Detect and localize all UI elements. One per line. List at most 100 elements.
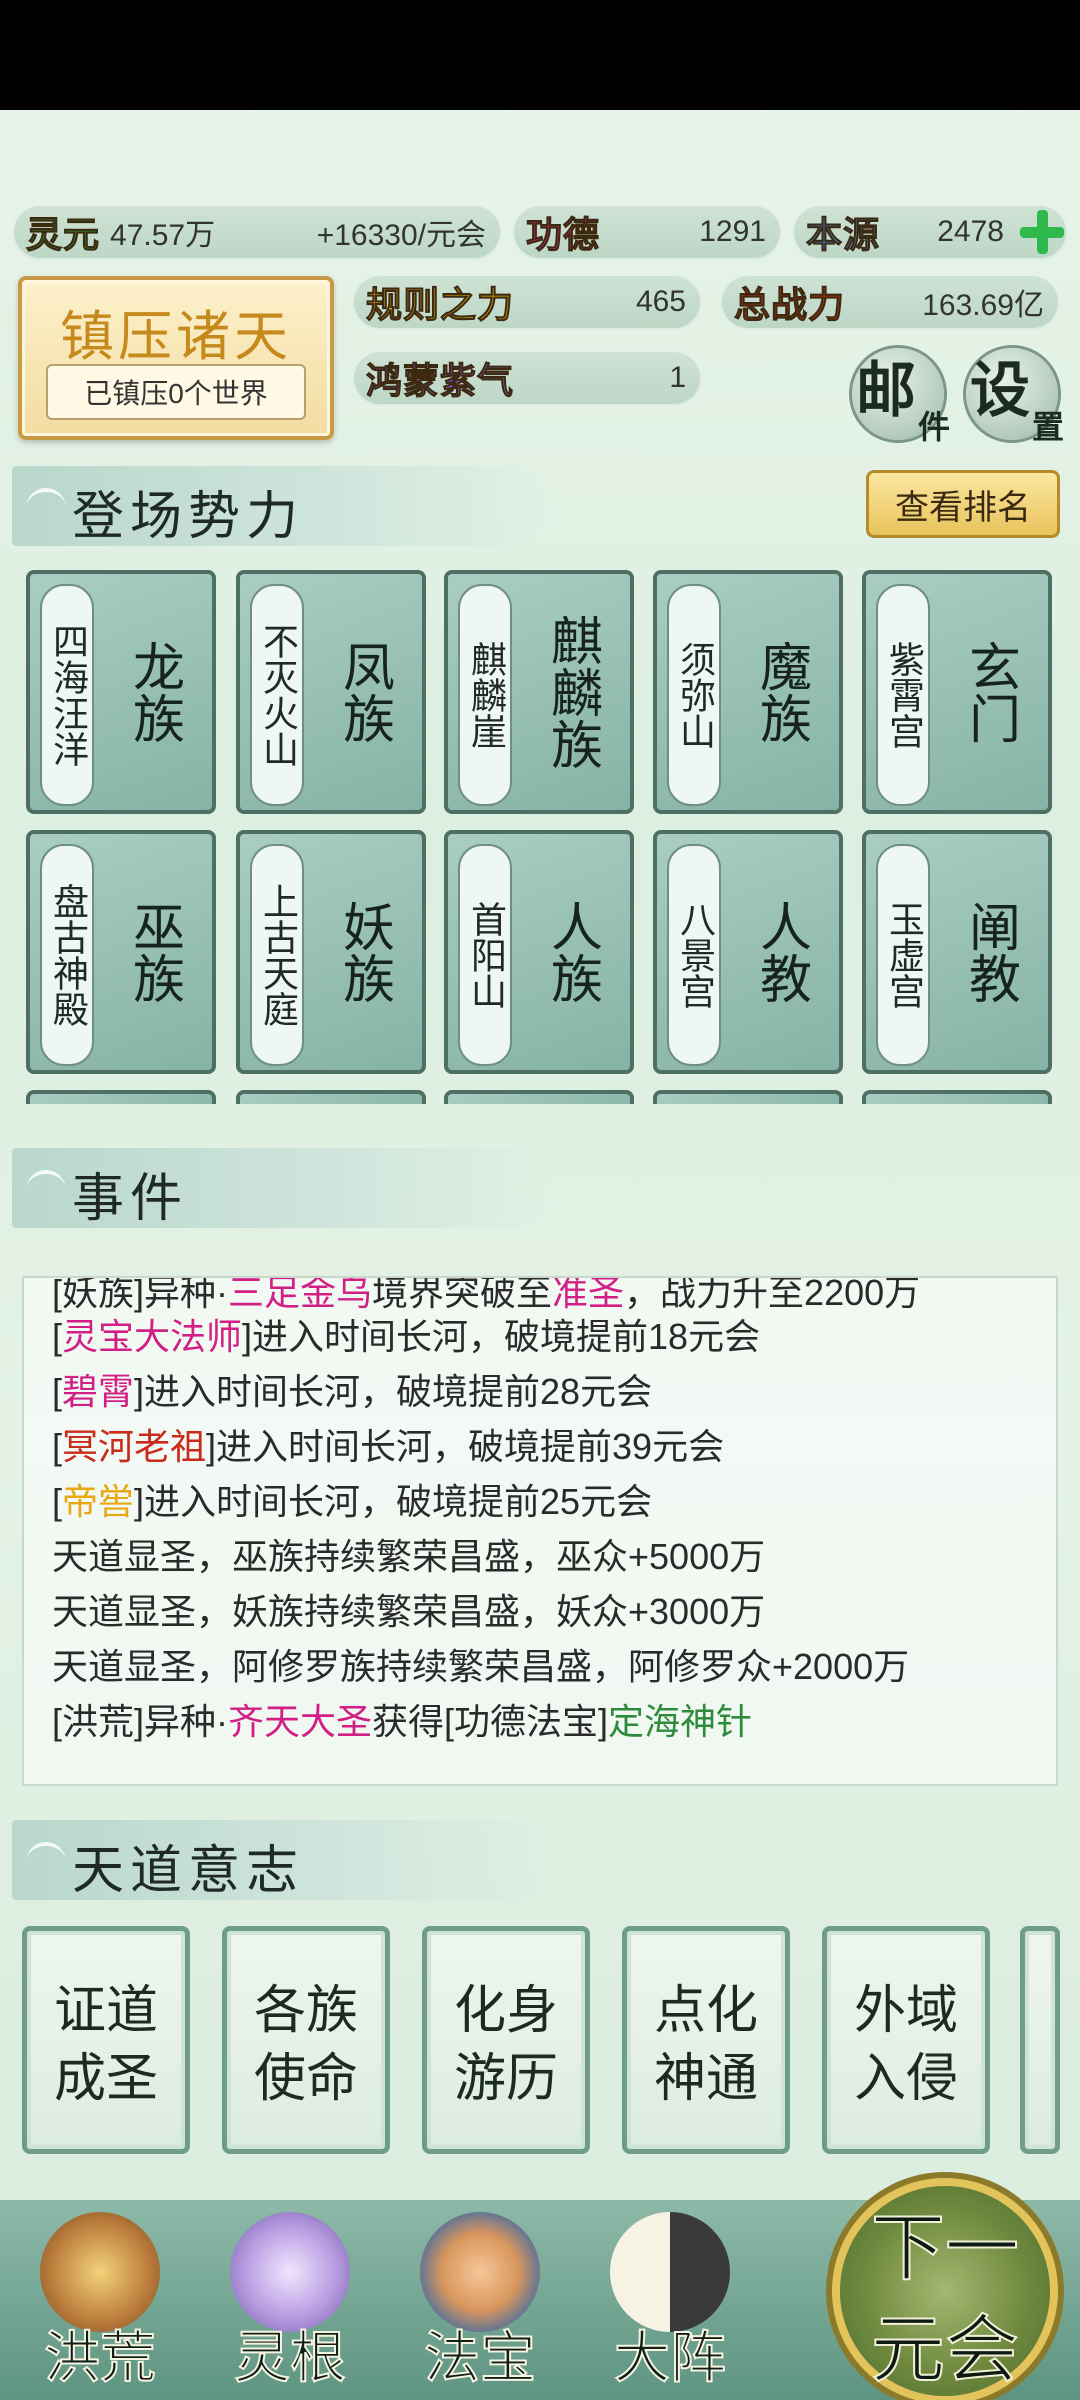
nav-label: 洪荒	[43, 2325, 157, 2392]
factions-title: 登场势力	[72, 487, 305, 547]
tiandao-card[interactable]: 外域 入侵	[822, 1926, 990, 2154]
tiandao-card[interactable]: 点化 神通	[622, 1926, 790, 2154]
faction-place: 盘古神殿	[40, 844, 94, 1066]
faction-place: 四海汪洋	[40, 584, 94, 806]
tiandao-card-label: 点化 神通	[653, 1981, 758, 2109]
faction-name: 凤族	[333, 640, 394, 744]
faction-name: 人族	[541, 900, 602, 1004]
faction-card[interactable]: 麒麟崖 麒麟族	[444, 570, 634, 814]
faction-card[interactable]: 盘古神殿 巫族	[26, 830, 216, 1074]
faction-place: 不灭火山	[250, 584, 304, 806]
tiandao-card[interactable]: 证道 成圣	[22, 1926, 190, 2154]
faction-name: 巫族	[123, 900, 184, 1004]
benyuan-label: 本源	[805, 214, 881, 257]
faction-card[interactable]: 紫霄宫 玄门	[862, 570, 1052, 814]
tiandao-card-label: 外域 入侵	[853, 1981, 958, 2109]
faction-card[interactable]: 须弥山 魔族	[653, 570, 843, 814]
tiandao-card-label: 化身 游历	[453, 1981, 558, 2109]
faction-place: 八景宫	[667, 844, 721, 1066]
lingyuan-value: 47.57万	[110, 219, 216, 252]
lingyuan-label: 灵元	[25, 214, 101, 257]
guize-label: 规则之力	[365, 284, 515, 327]
faction-card[interactable]: 不灭火山 凤族	[236, 570, 426, 814]
gongde-pill: 功德 1291	[512, 204, 782, 260]
seal-subtitle: 已镇压0个世界	[46, 364, 306, 420]
factions-banner: 登场势力	[12, 466, 552, 547]
events-log[interactable]: [妖族]异种·三足金乌境界突破至准圣，战力升至2200万 [灵宝大法师]进入时间…	[22, 1276, 1058, 1786]
tiandao-card-label: 证道 成圣	[53, 1981, 158, 2109]
tiandao-banner: 天道意志	[12, 1820, 552, 1901]
guize-value: 465	[635, 285, 686, 318]
nav-dazhen[interactable]: 大阵	[590, 2200, 750, 2400]
faction-place: 首阳山	[458, 844, 512, 1066]
next-epoch-line2: 元会	[870, 2306, 1020, 2394]
view-ranking-button[interactable]: 查看排名	[866, 470, 1060, 538]
hongmeng-pill: 鸿蒙紫气 1	[352, 350, 702, 406]
faction-place: 玉虚宫	[876, 844, 930, 1066]
hongmeng-label: 鸿蒙紫气	[365, 360, 515, 403]
factions-grid: 四海汪洋 龙族 不灭火山 凤族 麒麟崖 麒麟族 须弥山 魔族 紫霄宫 玄门 盘古…	[26, 570, 1056, 1104]
faction-place: 紫霄宫	[876, 584, 930, 806]
faction-card-partial[interactable]	[444, 1090, 634, 1104]
seal-title: 镇压诸天	[60, 305, 292, 368]
faction-name: 人教	[750, 900, 811, 1004]
faction-place: 上古天庭	[250, 844, 304, 1066]
cloud-swirl-icon	[26, 1842, 66, 1882]
nav-fabao[interactable]: 法宝	[400, 2200, 560, 2400]
faction-card[interactable]: 八景宫 人教	[653, 830, 843, 1074]
guize-pill: 规则之力 465	[352, 274, 702, 330]
tiandao-card-partial[interactable]	[1020, 1926, 1060, 2154]
tiandao-card-label: 各族 使命	[253, 1981, 358, 2109]
event-line: [碧霄]进入时间长河，破境提前28元会	[52, 1371, 653, 1412]
faction-card[interactable]: 首阳山 人族	[444, 830, 634, 1074]
settings-button-big: 设	[970, 356, 1030, 426]
faction-card[interactable]: 四海汪洋 龙族	[26, 570, 216, 814]
faction-name: 龙族	[123, 640, 184, 744]
gongde-value: 1291	[699, 215, 766, 248]
zongzhanli-pill: 总战力 163.69亿	[720, 274, 1060, 330]
suppress-worlds-panel[interactable]: 镇压诸天 已镇压0个世界	[18, 276, 334, 440]
nav-label: 大阵	[613, 2325, 727, 2392]
event-line: [帝喾]进入时间长河，破境提前25元会	[52, 1481, 653, 1522]
faction-card-partial[interactable]	[236, 1090, 426, 1104]
nav-honghuang[interactable]: 洪荒	[20, 2200, 180, 2400]
faction-name: 阐教	[959, 900, 1020, 1004]
faction-place: 须弥山	[667, 584, 721, 806]
cloud-swirl-icon	[26, 1170, 66, 1210]
zongzhanli-value: 163.69亿	[922, 289, 1044, 322]
lingyuan-rate: +16330/元会	[316, 219, 486, 252]
mail-button-big: 邮	[856, 356, 916, 426]
nav-label: 法宝	[423, 2325, 537, 2392]
event-line: [灵宝大法师]进入时间长河，破境提前18元会	[52, 1316, 761, 1357]
faction-card[interactable]: 上古天庭 妖族	[236, 830, 426, 1074]
add-benyuan-icon[interactable]	[1018, 208, 1066, 256]
event-line: 天道显圣，巫族持续繁荣昌盛，巫众+5000万	[52, 1536, 766, 1577]
next-epoch-button[interactable]: 下一 元会	[840, 2186, 1050, 2396]
faction-name: 麒麟族	[541, 614, 602, 770]
event-line: [洪荒]异种·齐天大圣获得[功德法宝]定海神针	[52, 1701, 753, 1742]
settings-button-small: 置	[1031, 408, 1064, 446]
faction-card[interactable]: 玉虚宫 阐教	[862, 830, 1052, 1074]
gongde-label: 功德	[525, 214, 601, 257]
events-title: 事件	[72, 1169, 189, 1229]
faction-place: 麒麟崖	[458, 584, 512, 806]
nav-linggen[interactable]: 灵根	[210, 2200, 370, 2400]
tiandao-title: 天道意志	[72, 1841, 305, 1901]
nav-label: 灵根	[233, 2325, 347, 2392]
faction-card-partial[interactable]	[26, 1090, 216, 1104]
settings-button[interactable]: 设 置	[966, 348, 1064, 446]
tiandao-card[interactable]: 化身 游历	[422, 1926, 590, 2154]
faction-name: 妖族	[333, 900, 394, 1004]
cloud-swirl-icon	[26, 488, 66, 528]
next-epoch-line1: 下一	[870, 2204, 1020, 2292]
event-line: [冥河老祖]进入时间长河，破境提前39元会	[52, 1426, 725, 1467]
faction-card-partial[interactable]	[653, 1090, 843, 1104]
events-banner: 事件	[12, 1148, 552, 1229]
faction-card-partial[interactable]	[862, 1090, 1052, 1104]
event-line: 天道显圣，阿修罗族持续繁荣昌盛，阿修罗众+2000万	[52, 1646, 910, 1687]
tiandao-card[interactable]: 各族 使命	[222, 1926, 390, 2154]
faction-name: 玄门	[959, 640, 1020, 744]
zongzhanli-label: 总战力	[733, 284, 846, 327]
faction-name: 魔族	[750, 640, 811, 744]
mail-button[interactable]: 邮 件	[852, 348, 950, 446]
